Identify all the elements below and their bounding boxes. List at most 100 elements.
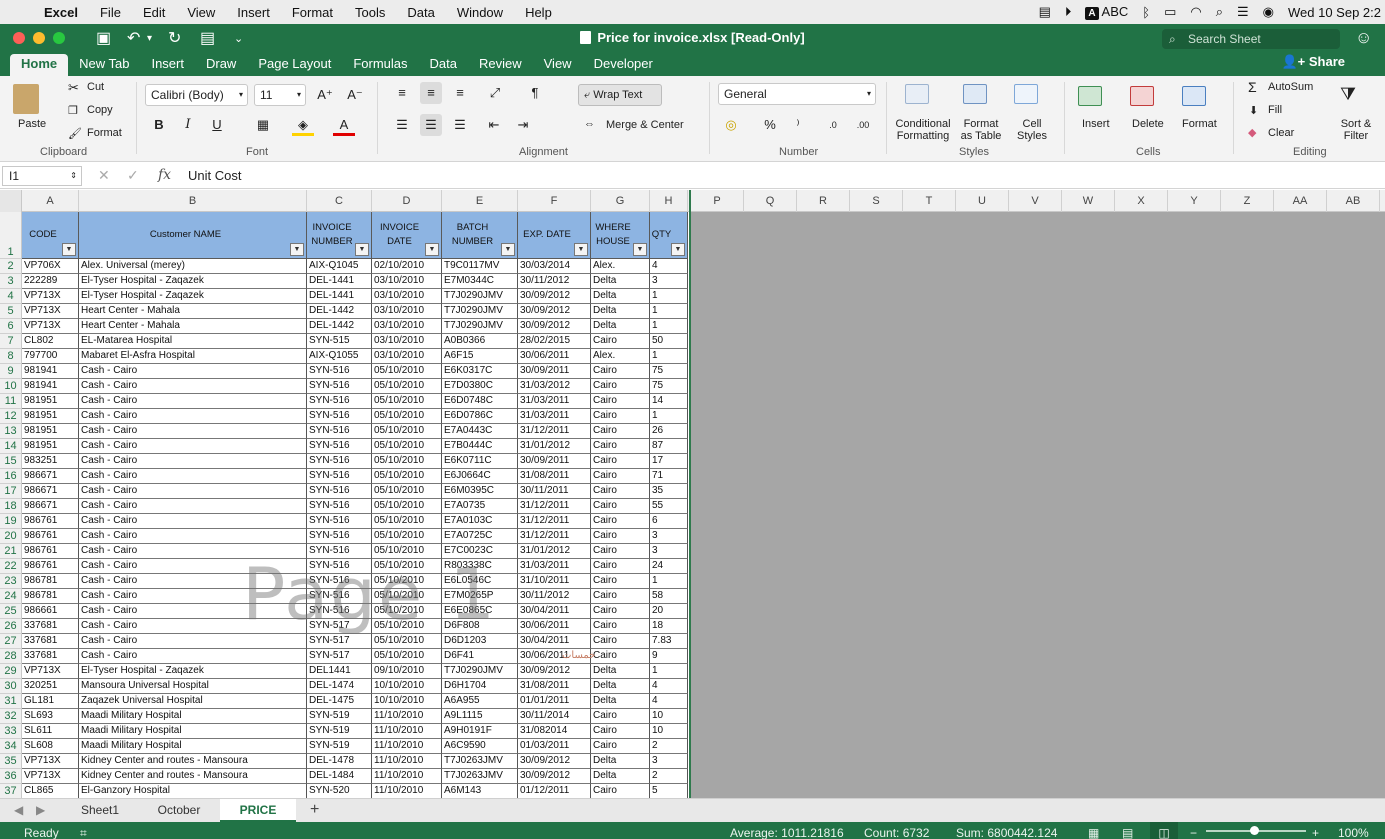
table-cell[interactable]: 26 [650, 424, 688, 439]
table-cell[interactable]: 10 [650, 709, 688, 724]
table-cell[interactable]: 1 [650, 574, 688, 589]
table-cell[interactable]: Cairo [591, 364, 650, 379]
column-header[interactable]: R [797, 190, 850, 212]
share-button[interactable]: 👤+ Share [1281, 54, 1345, 70]
confirm-edit-icon[interactable]: ✓ [127, 167, 139, 184]
page-break-view-icon[interactable]: ◫ [1150, 822, 1178, 839]
table-cell[interactable]: SYN-516 [307, 499, 372, 514]
table-cell[interactable]: 222289 [22, 274, 79, 289]
table-cell[interactable]: Cairo [591, 724, 650, 739]
table-cell[interactable]: 05/10/2010 [372, 484, 442, 499]
table-cell[interactable]: E6J0664C [442, 469, 518, 484]
table-cell[interactable]: 03/10/2010 [372, 274, 442, 289]
table-cell[interactable]: 31/12/2011 [518, 514, 591, 529]
italic-button[interactable]: I [177, 114, 199, 136]
row-header[interactable]: 2 [0, 259, 22, 274]
row-header[interactable]: 4 [0, 289, 22, 304]
table-cell[interactable]: Cairo [591, 544, 650, 559]
table-cell[interactable]: SYN-516 [307, 394, 372, 409]
align-left-icon[interactable]: ☰ [391, 114, 413, 136]
table-cell[interactable]: Cairo [591, 574, 650, 589]
siri-icon[interactable]: ◉ [1263, 4, 1274, 20]
table-cell[interactable]: 30/09/2012 [518, 319, 591, 334]
align-right-icon[interactable]: ☰ [449, 114, 471, 136]
increase-decimal-icon[interactable]: .0 [822, 114, 844, 136]
row-header[interactable]: 15 [0, 454, 22, 469]
table-cell[interactable]: AIX-Q1045 [307, 259, 372, 274]
merge-center-icon[interactable]: ⇔ [584, 118, 595, 130]
table-cell[interactable]: 1 [650, 349, 688, 364]
table-cell[interactable]: 986761 [22, 514, 79, 529]
table-cell[interactable]: E6M0395C [442, 484, 518, 499]
column-header[interactable]: X [1115, 190, 1168, 212]
table-cell[interactable]: SYN-520 [307, 784, 372, 798]
table-cell[interactable]: Cairo [591, 514, 650, 529]
table-cell[interactable]: Cairo [591, 634, 650, 649]
table-cell[interactable]: Cash - Cairo [79, 559, 307, 574]
column-header[interactable]: G [591, 190, 650, 212]
table-cell[interactable]: 3 [650, 529, 688, 544]
table-header-cell[interactable]: INVOICE NUMBER ▼ [307, 212, 372, 259]
table-cell[interactable]: 981951 [22, 394, 79, 409]
table-cell[interactable]: SYN-515 [307, 334, 372, 349]
orientation-icon[interactable]: ⤢ [484, 82, 506, 104]
row-header[interactable]: 26 [0, 619, 22, 634]
table-cell[interactable]: 337681 [22, 619, 79, 634]
column-header[interactable]: AA [1274, 190, 1327, 212]
table-cell[interactable]: 986781 [22, 589, 79, 604]
table-cell[interactable]: 75 [650, 379, 688, 394]
table-cell[interactable]: 05/10/2010 [372, 409, 442, 424]
table-cell[interactable]: Cairo [591, 379, 650, 394]
table-cell[interactable]: 986761 [22, 559, 79, 574]
table-cell[interactable]: 28/02/2015 [518, 334, 591, 349]
autosum-icon[interactable]: Σ [1248, 79, 1257, 95]
table-cell[interactable]: 11/10/2010 [372, 724, 442, 739]
table-cell[interactable]: 5 [650, 784, 688, 798]
table-cell[interactable]: 31/03/2011 [518, 409, 591, 424]
zoom-in-icon[interactable]: + [1312, 826, 1319, 839]
row-header[interactable]: 29 [0, 664, 22, 679]
tab-insert[interactable]: Insert [140, 54, 195, 76]
table-cell[interactable]: SL693 [22, 709, 79, 724]
row-header[interactable]: 19 [0, 514, 22, 529]
table-cell[interactable]: E6K0317C [442, 364, 518, 379]
table-cell[interactable]: 1 [650, 289, 688, 304]
table-cell[interactable]: 4 [650, 679, 688, 694]
row-header[interactable]: 17 [0, 484, 22, 499]
decrease-font-size-icon[interactable]: A⁻ [344, 84, 366, 106]
align-center-icon[interactable]: ☰ [420, 114, 442, 136]
table-cell[interactable]: Cash - Cairo [79, 499, 307, 514]
previous-sheet-icon[interactable]: ◀ [14, 803, 23, 817]
increase-font-size-icon[interactable]: A⁺ [314, 84, 336, 106]
table-cell[interactable]: 1 [650, 304, 688, 319]
insert-cells-icon[interactable] [1078, 86, 1102, 106]
table-cell[interactable]: SYN-516 [307, 424, 372, 439]
table-cell[interactable]: Cairo [591, 739, 650, 754]
table-cell[interactable]: 05/10/2010 [372, 469, 442, 484]
table-cell[interactable]: SYN-519 [307, 724, 372, 739]
table-cell[interactable]: 1 [650, 319, 688, 334]
table-cell[interactable]: Kidney Center and routes - Mansoura [79, 769, 307, 784]
table-cell[interactable]: 31/08/2011 [518, 469, 591, 484]
sort-filter-icon[interactable]: ⧩ [1340, 84, 1356, 105]
table-cell[interactable]: D6F808 [442, 619, 518, 634]
table-cell[interactable]: SYN-519 [307, 739, 372, 754]
filter-dropdown-icon[interactable]: ▼ [501, 243, 515, 256]
table-cell[interactable]: 31/03/2011 [518, 394, 591, 409]
table-cell[interactable]: T7J0290JMV [442, 319, 518, 334]
table-header-cell[interactable]: BATCH NUMBER ▼ [442, 212, 518, 259]
table-cell[interactable]: Delta [591, 274, 650, 289]
table-cell[interactable]: A6F15 [442, 349, 518, 364]
table-cell[interactable]: 31/03/2012 [518, 379, 591, 394]
delete-cells-button[interactable]: Delete [1132, 118, 1164, 130]
table-cell[interactable]: Kidney Center and routes - Mansoura [79, 754, 307, 769]
table-cell[interactable]: Zaqazek Universal Hospital [79, 694, 307, 709]
table-cell[interactable]: SYN-516 [307, 559, 372, 574]
column-header[interactable]: Z [1221, 190, 1274, 212]
table-cell[interactable]: 20 [650, 604, 688, 619]
table-cell[interactable]: Mabaret El-Asfra Hospital [79, 349, 307, 364]
table-cell[interactable]: 05/10/2010 [372, 454, 442, 469]
table-cell[interactable]: A6M143 [442, 784, 518, 798]
table-cell[interactable]: 981951 [22, 424, 79, 439]
table-cell[interactable]: 797700 [22, 349, 79, 364]
